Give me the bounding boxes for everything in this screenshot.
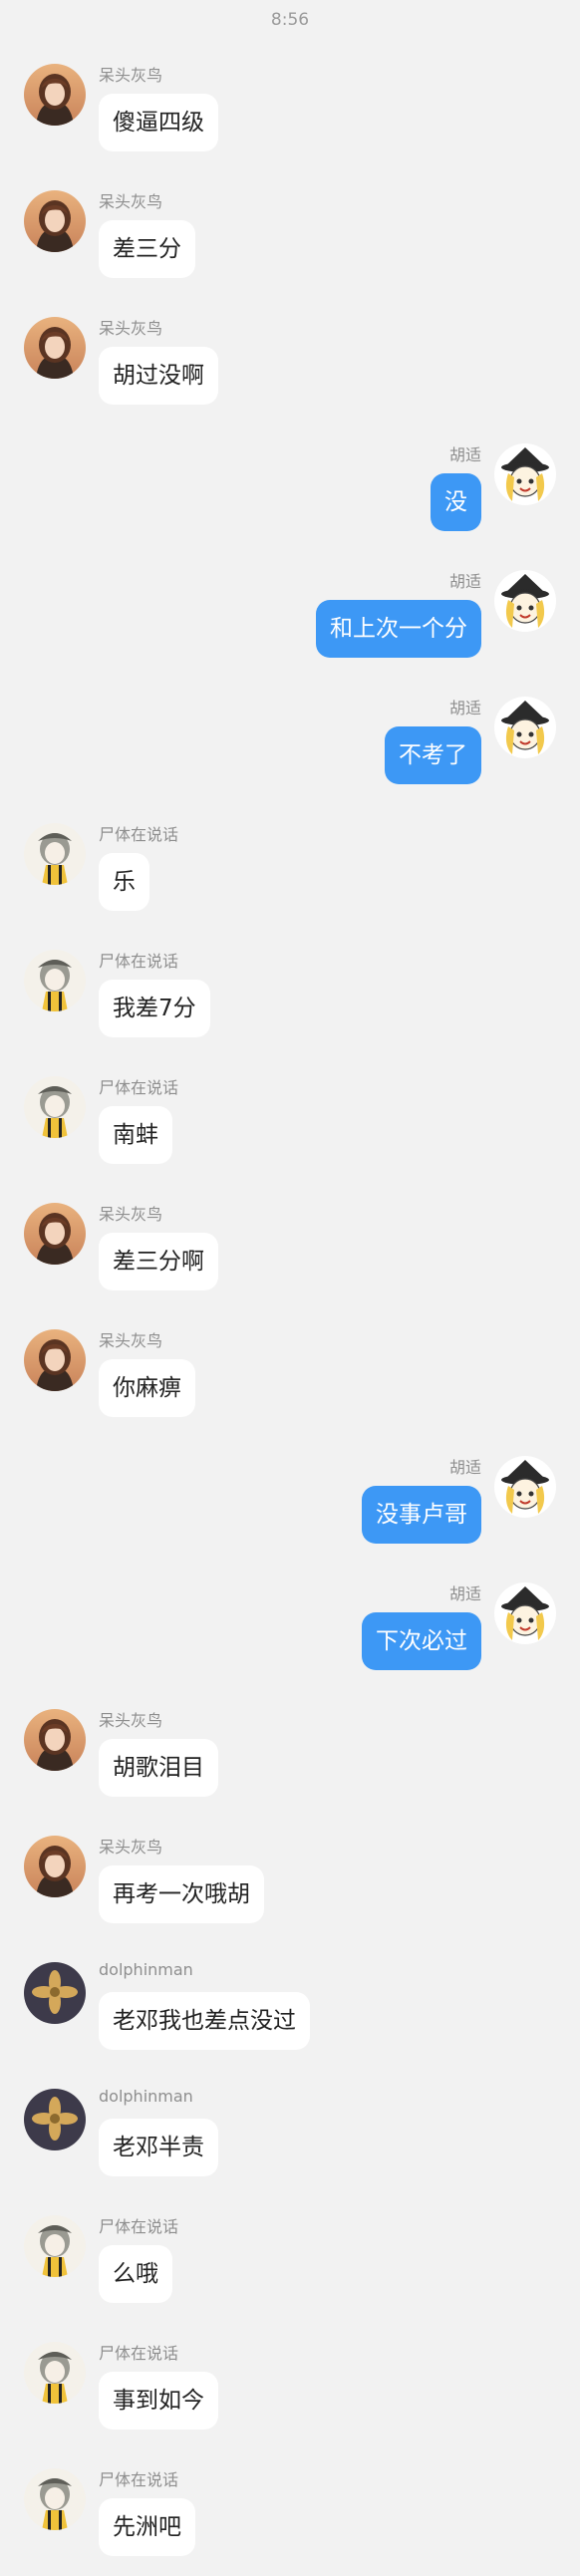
sender-name: 胡适 [448, 1584, 481, 1603]
witch-avatar-icon[interactable] [494, 570, 556, 632]
ghost-girl-avatar-icon[interactable] [24, 950, 86, 1011]
message-bubble[interactable]: 胡歌泪目 [99, 1739, 218, 1797]
message-bubble[interactable]: 没 [431, 473, 481, 531]
message-row: 尸体在说话 南蚌 [0, 1074, 580, 1184]
girl-avatar-icon[interactable] [24, 1329, 86, 1391]
girl-avatar-icon[interactable] [24, 1203, 86, 1265]
message-row: 尸体在说话 事到如今 [0, 2340, 580, 2449]
sender-name: 胡适 [448, 1458, 481, 1477]
ghost-girl-avatar-icon[interactable] [24, 1076, 86, 1138]
message-bubble[interactable]: 再考一次哦胡 [99, 1865, 264, 1923]
witch-avatar-icon[interactable] [494, 697, 556, 758]
message-row: 呆头灰鸟 你麻痹 [0, 1327, 580, 1437]
girl-avatar-icon[interactable] [24, 64, 86, 126]
message-row: 呆头灰鸟再考一次哦胡 [0, 1834, 580, 1943]
sender-name: 尸体在说话 [99, 952, 179, 971]
message-bubble[interactable]: 差三分 [99, 220, 195, 278]
sender-name: 呆头灰鸟 [99, 1838, 163, 1857]
girl-avatar-icon[interactable] [24, 190, 86, 252]
message-bubble[interactable]: 先洲吧 [99, 2498, 195, 2556]
girl-avatar-icon[interactable] [24, 317, 86, 379]
message-bubble[interactable]: 傻逼四级 [99, 94, 218, 151]
girl-avatar-icon[interactable] [24, 1709, 86, 1771]
flower-avatar-icon[interactable] [24, 2089, 86, 2150]
message-row: dolphinman 老邓半责 [0, 2087, 580, 2196]
message-row: 尸体在说话 先洲吧 [0, 2466, 580, 2576]
message-bubble[interactable]: 和上次一个分 [316, 600, 481, 658]
message-row: dolphinman 老邓我也差点没过 [0, 1960, 580, 2070]
sender-name: dolphinman [99, 1960, 193, 1979]
girl-avatar-icon[interactable] [24, 1836, 86, 1897]
message-row: 呆头灰鸟 傻逼四级 [0, 62, 580, 171]
message-row: 尸体在说话乐 [0, 821, 580, 931]
message-row: 尸体在说话 么哦 [0, 2213, 580, 2323]
message-bubble[interactable]: 老邓我也差点没过 [99, 1992, 310, 2050]
message-bubble[interactable]: 我差7分 [99, 980, 210, 1037]
ghost-girl-avatar-icon[interactable] [24, 2342, 86, 2404]
message-bubble[interactable]: 么哦 [99, 2245, 172, 2303]
message-bubble[interactable]: 乐 [99, 853, 149, 911]
message-bubble[interactable]: 没事卢哥 [362, 1486, 481, 1544]
message-bubble[interactable]: 胡过没啊 [99, 347, 218, 405]
sender-name: dolphinman [99, 2087, 193, 2106]
sender-name: 呆头灰鸟 [99, 66, 163, 85]
message-row: 胡适没 [0, 441, 580, 551]
sender-name: 呆头灰鸟 [99, 1205, 163, 1224]
message-row: 呆头灰鸟 胡歌泪目 [0, 1707, 580, 1817]
message-row: 呆头灰鸟 胡过没啊 [0, 315, 580, 425]
sender-name: 尸体在说话 [99, 1078, 179, 1097]
message-bubble[interactable]: 事到如今 [99, 2372, 218, 2430]
sender-name: 尸体在说话 [99, 2470, 179, 2489]
message-row: 胡适和上次一个分 [0, 568, 580, 678]
message-row: 呆头灰鸟 差三分 [0, 188, 580, 298]
sender-name: 尸体在说话 [99, 825, 179, 844]
witch-avatar-icon[interactable] [494, 443, 556, 505]
ghost-girl-avatar-icon[interactable] [24, 2215, 86, 2277]
sender-name: 尸体在说话 [99, 2344, 179, 2363]
flower-avatar-icon[interactable] [24, 1962, 86, 2024]
ghost-girl-avatar-icon[interactable] [24, 823, 86, 885]
ghost-girl-avatar-icon[interactable] [24, 2468, 86, 2530]
sender-name: 呆头灰鸟 [99, 1331, 163, 1350]
message-row: 胡适下次必过 [0, 1580, 580, 1690]
sender-name: 胡适 [448, 572, 481, 591]
sender-name: 呆头灰鸟 [99, 1711, 163, 1730]
witch-avatar-icon[interactable] [494, 1456, 556, 1518]
status-time: 8:56 [270, 10, 310, 30]
message-bubble[interactable]: 不考了 [385, 726, 481, 784]
message-bubble[interactable]: 你麻痹 [99, 1359, 195, 1417]
message-row: 胡适不考了 [0, 695, 580, 804]
message-row: 尸体在说话我差7分 [0, 948, 580, 1057]
message-row: 呆头灰鸟 差三分啊 [0, 1201, 580, 1310]
message-bubble[interactable]: 南蚌 [99, 1106, 172, 1164]
sender-name: 尸体在说话 [99, 2217, 179, 2236]
sender-name: 胡适 [448, 445, 481, 464]
message-bubble[interactable]: 差三分啊 [99, 1233, 218, 1290]
message-bubble[interactable]: 老邓半责 [99, 2119, 218, 2176]
message-bubble[interactable]: 下次必过 [362, 1612, 481, 1670]
sender-name: 胡适 [448, 699, 481, 717]
message-row: 胡适没事卢哥 [0, 1454, 580, 1564]
witch-avatar-icon[interactable] [494, 1582, 556, 1644]
sender-name: 呆头灰鸟 [99, 319, 163, 338]
sender-name: 呆头灰鸟 [99, 192, 163, 211]
